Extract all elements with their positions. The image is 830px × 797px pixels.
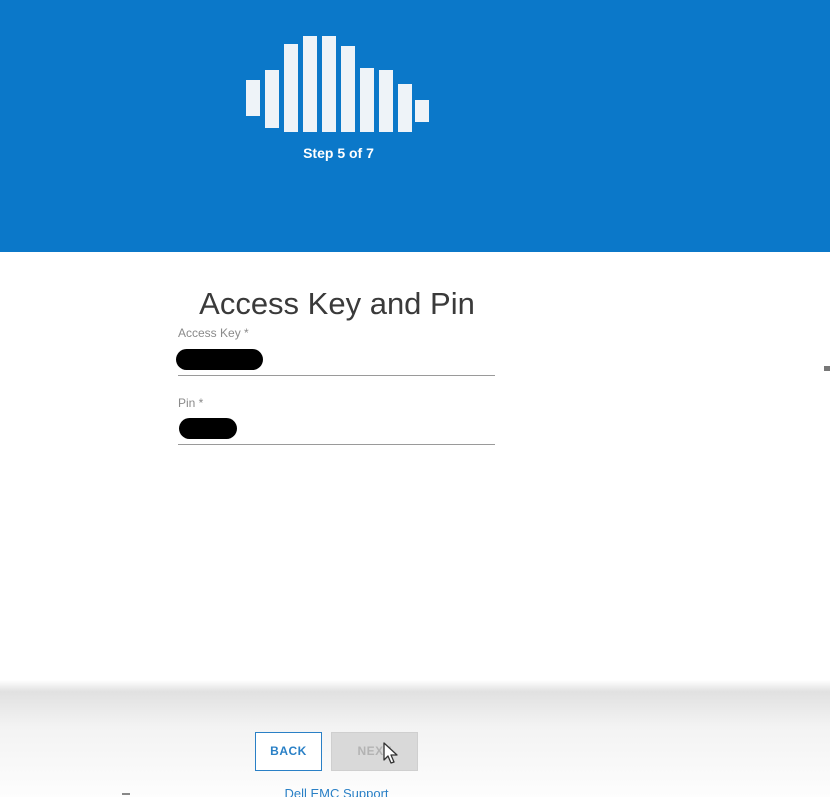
step-indicator: Step 5 of 7 xyxy=(303,145,374,161)
dell-emc-support-link[interactable]: Dell EMC Support xyxy=(255,786,418,797)
access-key-label: Access Key * xyxy=(178,326,249,340)
footer-dash xyxy=(122,793,130,795)
logo-bar xyxy=(379,70,393,132)
logo-bar xyxy=(415,100,429,122)
logo-bar xyxy=(303,36,317,132)
form-title: Access Key and Pin xyxy=(199,286,475,321)
pin-label: Pin * xyxy=(178,396,204,410)
next-button[interactable]: NEXT xyxy=(331,732,418,771)
edge-marker xyxy=(824,366,830,371)
sound-wave-logo-icon xyxy=(246,34,431,132)
logo-bar xyxy=(360,68,374,132)
back-button[interactable]: BACK xyxy=(255,732,322,771)
logo-bar xyxy=(284,44,298,132)
pin-underline xyxy=(178,444,495,445)
redacted-value xyxy=(179,418,237,439)
logo-bar xyxy=(246,80,260,116)
logo-bar xyxy=(322,36,336,132)
access-key-underline xyxy=(178,375,495,376)
access-key-field: Access Key * xyxy=(176,326,495,378)
logo-bar xyxy=(341,46,355,132)
pin-field: Pin * xyxy=(178,396,495,448)
redacted-value xyxy=(176,349,263,370)
mouse-pointer-icon xyxy=(383,742,398,764)
logo-bar xyxy=(398,84,412,132)
wizard-header: Step 5 of 7 xyxy=(0,0,830,252)
logo-bar xyxy=(265,70,279,128)
setup-wizard-page: Step 5 of 7 Access Key and Pin Access Ke… xyxy=(0,0,830,797)
